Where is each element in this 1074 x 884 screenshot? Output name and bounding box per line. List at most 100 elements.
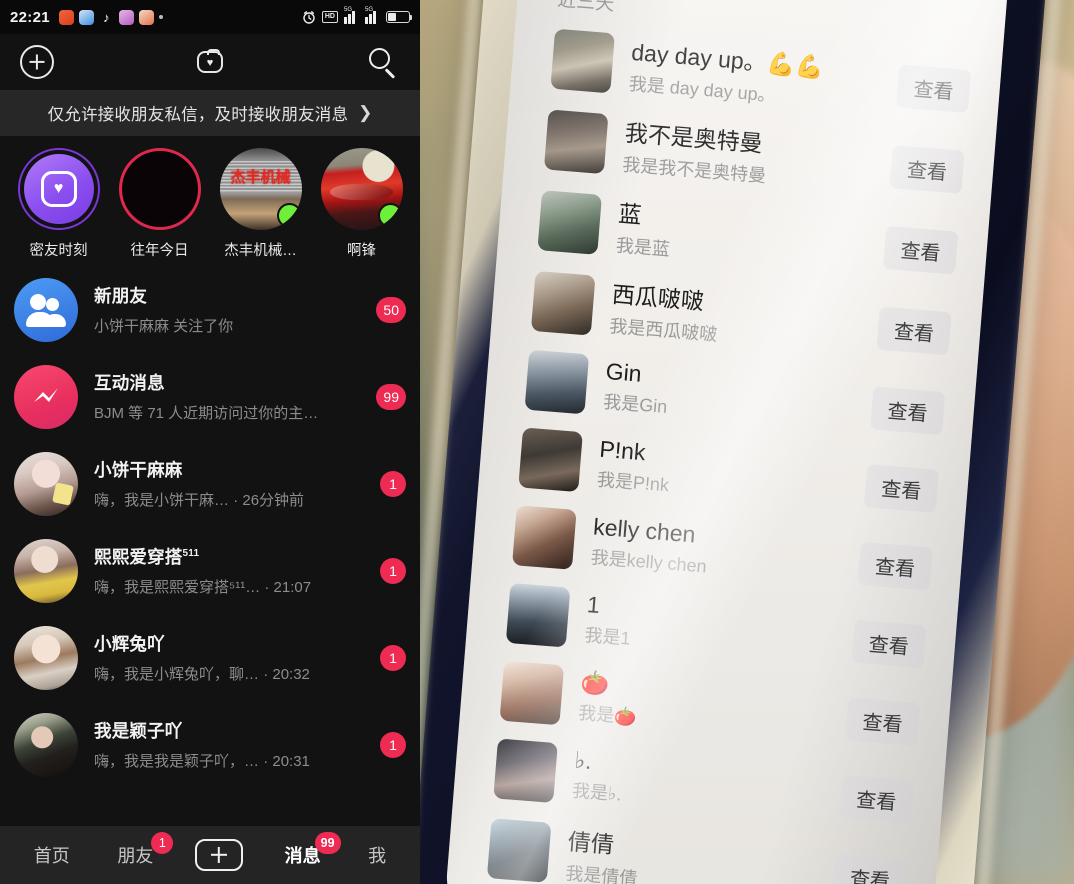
- nav-item-home[interactable]: 首页: [28, 838, 76, 872]
- list-item-preview: 小饼干麻麻 关注了你: [94, 318, 234, 335]
- timestamp: · 20:32: [263, 666, 310, 683]
- unread-badge: 1: [380, 731, 406, 758]
- phone-screen: 近三天 day day up。💪💪 我是 day day up。 查看 我不是奥…: [443, 0, 1013, 884]
- avatar: [486, 817, 552, 883]
- view-button[interactable]: 查看: [895, 64, 972, 114]
- list-item[interactable]: 小饼干麻麻 嗨，我是小饼干麻… · 26分钟前 1: [0, 440, 420, 527]
- timestamp: · 21:07: [264, 579, 312, 596]
- signal-5g-1-label: 5G: [344, 6, 353, 13]
- view-button[interactable]: 查看: [851, 619, 927, 668]
- story-label: 杰丰机械…: [224, 243, 297, 259]
- privacy-banner-text: 仅允许接收朋友私信，及时接收朋友消息: [47, 106, 349, 124]
- list-item-preview: 嗨，我是小辉兔吖，聊… · 20:32: [94, 663, 370, 684]
- avatar: [518, 427, 583, 493]
- preview-text: 嗨，我是我是颖子吖，…: [94, 753, 260, 770]
- story-label: 啊锋: [347, 243, 376, 259]
- nav-item-friends-label: 朋友: [117, 846, 154, 866]
- phone-screen-content: 近三天 day day up。💪💪 我是 day day up。 查看 我不是奥…: [443, 0, 1013, 884]
- douyin-message-app: 22:21 ♪ HD 5G 5G ♥ 仅允许接收朋友私信，及时接收朋友消息 ❯ …: [0, 0, 420, 884]
- timestamp: · 26分钟前: [233, 492, 305, 509]
- camera-heart-icon[interactable]: ♥: [195, 47, 225, 77]
- phone-photograph: 近三天 day day up。💪💪 我是 day day up。 查看 我不是奥…: [420, 0, 1074, 884]
- tiktok-icon: ♪: [103, 9, 110, 25]
- hd-icon: HD: [321, 11, 338, 23]
- nav-item-friends[interactable]: 朋友 1: [111, 832, 174, 872]
- list-item-title: 小辉兔吖: [94, 634, 165, 654]
- nav-item-messages[interactable]: 消息 99: [279, 832, 341, 872]
- story-item-besties[interactable]: ♥ 密友时刻: [8, 148, 109, 260]
- story-label: 往年今日: [130, 243, 189, 259]
- nav-badge-messages: 99: [314, 832, 341, 854]
- memory-avatar: [118, 148, 201, 230]
- photographed-phone: 近三天 day day up。💪💪 我是 day day up。 查看 我不是奥…: [420, 0, 1070, 884]
- timestamp: · 20:31: [263, 753, 310, 770]
- list-item[interactable]: 小辉兔吖 嗨，我是小辉兔吖，聊… · 20:32 1: [0, 614, 420, 701]
- app-purple-icon: [118, 9, 134, 25]
- view-button[interactable]: 查看: [838, 774, 915, 824]
- status-bar-time: 22:21: [10, 8, 50, 26]
- preview-text: 嗨，我是小辉兔吖，聊…: [94, 666, 260, 683]
- view-button[interactable]: 查看: [845, 696, 921, 746]
- online-dot-icon: [276, 203, 302, 228]
- view-button[interactable]: 查看: [863, 463, 940, 513]
- signal-5g-2-icon: 5G: [365, 7, 380, 24]
- avatar: [14, 538, 78, 603]
- app-photo-icon: [138, 9, 154, 25]
- view-button[interactable]: 查看: [876, 306, 952, 356]
- avatar: [512, 505, 577, 570]
- bottom-navigation: 首页 朋友 1 消息 99 我: [0, 826, 420, 884]
- view-button[interactable]: 查看: [870, 385, 946, 435]
- list-item[interactable]: 新朋友 小饼干麻麻 关注了你 50: [0, 266, 420, 353]
- more-dot-icon: [158, 15, 163, 19]
- avatar: [537, 189, 603, 255]
- new-friends-icon: [14, 277, 78, 342]
- title-superscript: 511: [182, 548, 200, 560]
- story-item-memory[interactable]: 往年今日: [109, 148, 210, 260]
- view-button[interactable]: 查看: [857, 541, 933, 591]
- unread-badge: 99: [376, 383, 406, 410]
- view-button[interactable]: 查看: [882, 225, 959, 275]
- story-item-jifeng[interactable]: 杰丰机械…: [210, 148, 311, 260]
- app-orange-icon: [58, 9, 74, 25]
- list-item-preview: 嗨，我是我是颖子吖，… · 20:31: [94, 750, 370, 771]
- list-item-title: 互动消息: [94, 373, 165, 393]
- list-item-preview: 嗨，我是熙熙爱穿搭⁵¹¹… · 21:07: [94, 576, 370, 597]
- list-item[interactable]: 熙熙爱穿搭511 嗨，我是熙熙爱穿搭⁵¹¹… · 21:07 1: [0, 527, 420, 614]
- message-list: 新朋友 小饼干麻麻 关注了你 50 互动消息 BJM 等 71 人近期访问过你的…: [0, 266, 420, 788]
- search-icon[interactable]: [366, 45, 400, 79]
- story-label: 密友时刻: [29, 243, 88, 259]
- app-toolbar: ♥: [0, 34, 420, 90]
- add-button[interactable]: [20, 45, 54, 79]
- nav-item-profile[interactable]: 我: [362, 838, 392, 872]
- avatar: [14, 625, 78, 690]
- avatar: [550, 28, 616, 93]
- screenshot-stage: 22:21 ♪ HD 5G 5G ♥ 仅允许接收朋友私信，及时接收朋友消息 ❯ …: [0, 0, 1074, 884]
- online-dot-icon: [377, 203, 403, 228]
- nav-item-messages-label: 消息: [284, 846, 321, 866]
- story-avatar: [219, 148, 302, 230]
- list-item[interactable]: 我是颖子吖 嗨，我是我是颖子吖，… · 20:31 1: [0, 701, 420, 788]
- privacy-banner[interactable]: 仅允许接收朋友私信，及时接收朋友消息 ❯: [0, 90, 420, 136]
- status-bar: 22:21 ♪ HD 5G 5G: [0, 0, 420, 34]
- chevron-right-icon: ❯: [358, 103, 373, 122]
- stories-row: ♥ 密友时刻 往年今日 杰丰机械… 啊锋: [0, 136, 420, 266]
- story-item-afeng[interactable]: 啊锋: [311, 148, 412, 260]
- unread-badge: 1: [380, 470, 406, 497]
- list-item-preview: BJM 等 71 人近期访问过你的主…: [94, 405, 319, 422]
- signal-5g-2-label: 5G: [365, 6, 374, 13]
- avatar: [505, 582, 571, 648]
- view-button[interactable]: 查看: [889, 145, 965, 194]
- view-button[interactable]: 查看: [832, 853, 908, 884]
- besties-avatar: ♥: [17, 148, 100, 230]
- interactions-icon: [14, 364, 78, 429]
- list-item-title: 熙熙爱穿搭511: [94, 544, 370, 569]
- unread-badge: 1: [380, 644, 406, 671]
- list-item-title: 小饼干麻麻: [94, 460, 183, 480]
- list-item[interactable]: 互动消息 BJM 等 71 人近期访问过你的主… 99: [0, 353, 420, 440]
- status-bar-system-icons: HD 5G 5G: [302, 6, 412, 24]
- avatar: [493, 738, 558, 804]
- unread-badge: 1: [380, 557, 406, 584]
- nav-create-button[interactable]: [194, 839, 243, 871]
- unread-badge: 50: [376, 296, 406, 323]
- list-item-title: 新朋友: [94, 286, 148, 306]
